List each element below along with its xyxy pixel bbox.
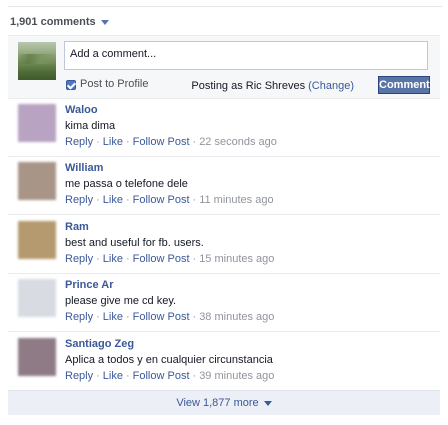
avatar[interactable]	[18, 220, 56, 259]
comment-item: William me passa o telefone dele Reply · L…	[8, 156, 440, 216]
follow-post-link[interactable]: Follow Post	[133, 370, 190, 382]
separator: ·	[96, 136, 100, 148]
avatar[interactable]	[18, 337, 56, 376]
follow-post-link[interactable]: Follow Post	[133, 311, 190, 323]
commenter-name-link[interactable]: Prince Ar	[65, 279, 114, 291]
separator: ·	[125, 194, 130, 207]
avatar[interactable]	[18, 162, 56, 201]
comments-widget: 1,901 comments Add a comment... Post to …	[0, 0, 448, 425]
comment-count: 1,901 comments	[10, 16, 96, 28]
avatar[interactable]	[18, 104, 56, 142]
separator: ·	[96, 311, 100, 324]
like-link[interactable]: Like	[103, 311, 123, 323]
posting-as-text: Posting as Ric Shreves (Change)	[191, 80, 354, 92]
comment-timestamp[interactable]: 39 minutes ago	[199, 370, 274, 382]
comment-text: please give me cd key.	[65, 295, 177, 308]
follow-post-link[interactable]: Follow Post	[133, 194, 190, 206]
comment-timestamp[interactable]: 38 minutes ago	[199, 311, 274, 323]
comment-item: Ram best and useful for fb. users. Reply…	[8, 215, 440, 274]
reply-link[interactable]: Reply	[65, 253, 93, 265]
top-divider	[8, 6, 442, 7]
caret-down-icon	[263, 400, 272, 406]
separator: ·	[125, 136, 130, 148]
comment-text: me passa o telefone dele	[65, 178, 188, 191]
comment-item: Santiago Zeg Aplica a todos y en cualqui…	[8, 332, 440, 391]
comment-item: Waloo kima dima Reply · Like · Follow Post · 2…	[8, 98, 440, 157]
commenter-name-link[interactable]: Waloo	[65, 104, 98, 116]
comment-count-dropdown[interactable]: 1,901 comments	[10, 14, 109, 30]
separator: ·	[192, 194, 197, 207]
comment-button[interactable]: Comment	[378, 76, 430, 94]
comment-actions: Reply · Like · Follow Post · 38 minutes ago	[65, 311, 274, 323]
follow-post-link[interactable]: Follow Post	[133, 136, 190, 148]
view-more-label: View 1,877 more	[176, 397, 259, 409]
like-link[interactable]: Like	[103, 194, 123, 206]
comment-item: Prince Ar please give me cd key. Reply · L…	[8, 273, 440, 333]
comment-text: best and useful for fb. users.	[65, 236, 204, 249]
commenter-name-link[interactable]: Santiago Zeg	[65, 338, 134, 350]
separator: ·	[192, 311, 197, 324]
reply-link[interactable]: Reply	[65, 311, 93, 323]
separator: ·	[192, 369, 197, 382]
posting-as-label: Posting as Ric Shreves	[191, 80, 306, 92]
comment-actions: Reply · Like · Follow Post · 15 minutes ago	[65, 253, 274, 265]
separator: ·	[125, 311, 130, 324]
separator: ·	[125, 369, 130, 382]
comment-composer: Add a comment... Post to Profile Posting…	[8, 35, 440, 99]
separator: ·	[125, 252, 130, 265]
post-to-profile-label: Post to Profile	[80, 78, 149, 90]
comment-timestamp[interactable]: 15 minutes ago	[199, 253, 274, 265]
comment-actions: Reply · Like · Follow Post · 39 minutes ago	[65, 370, 274, 382]
like-link[interactable]: Like	[103, 253, 123, 265]
view-more-button[interactable]: View 1,877 more	[8, 390, 440, 415]
reply-link[interactable]: Reply	[65, 136, 93, 148]
comment-text: kima dima	[65, 120, 116, 132]
commenter-name-link[interactable]: William	[65, 162, 103, 174]
separator: ·	[96, 194, 100, 207]
separator: ·	[96, 252, 100, 265]
comment-input[interactable]: Add a comment...	[64, 41, 428, 70]
separator: ·	[192, 252, 197, 265]
avatar[interactable]	[18, 279, 56, 318]
comment-timestamp[interactable]: 11 minutes ago	[199, 194, 273, 206]
like-link[interactable]: Like	[103, 136, 123, 148]
follow-post-link[interactable]: Follow Post	[133, 253, 190, 265]
separator: ·	[96, 369, 100, 382]
comment-actions: Reply · Like · Follow Post · 22 seconds ago	[65, 136, 277, 148]
reply-link[interactable]: Reply	[65, 194, 93, 206]
caret-down-icon	[100, 19, 109, 25]
avatar	[18, 42, 56, 80]
reply-link[interactable]: Reply	[65, 370, 93, 382]
comment-text: Aplica a todos y en cualquier circunstan…	[65, 353, 273, 366]
like-link[interactable]: Like	[103, 370, 123, 382]
commenter-name-link[interactable]: Ram	[65, 221, 89, 233]
change-link[interactable]: (Change)	[308, 80, 354, 92]
comment-timestamp[interactable]: 22 seconds ago	[199, 136, 277, 148]
separator: ·	[192, 136, 197, 148]
comment-actions: Reply · Like · Follow Post · 11 minutes ago	[65, 194, 274, 206]
post-to-profile-checkbox[interactable]	[66, 80, 76, 90]
